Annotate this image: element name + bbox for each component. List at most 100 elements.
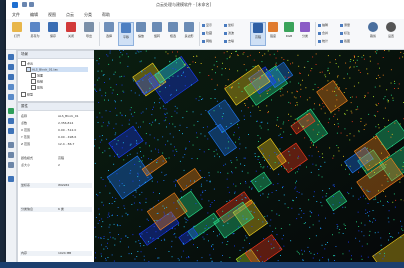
point <box>337 123 339 125</box>
point <box>266 220 268 222</box>
point <box>211 202 213 203</box>
point <box>108 123 110 125</box>
point <box>154 120 156 122</box>
tree-item-pointcloud[interactable]: 点云 <box>21 61 33 66</box>
ribbon-denoise[interactable]: 去噪 <box>224 39 234 44</box>
prop-row[interactable]: 点大小 2 <box>20 163 92 168</box>
menu-file[interactable]: 文件 <box>12 12 20 18</box>
point <box>157 139 159 141</box>
zoom-button[interactable]: 缩放 <box>134 22 148 44</box>
ribbon-measure[interactable]: 测量 <box>340 23 350 28</box>
ribbon-thin[interactable]: 抽稀 <box>318 23 328 28</box>
prop-row[interactable]: 颜色模式 高程 <box>20 156 92 161</box>
prop-category[interactable]: 坐标系 WGS84 <box>20 183 92 188</box>
tree-icon[interactable] <box>8 118 14 124</box>
intensity-color-button[interactable]: 强度 <box>266 22 280 44</box>
point <box>317 87 319 88</box>
view-top-icon[interactable] <box>8 54 14 60</box>
save-as-button[interactable]: 另存为 <box>28 22 42 44</box>
save-button[interactable]: 保存 <box>46 22 60 44</box>
menu-help[interactable]: 帮助 <box>102 12 110 18</box>
menu-edit[interactable]: 编辑 <box>30 12 38 18</box>
point <box>216 235 218 237</box>
point <box>129 153 131 155</box>
point <box>195 62 196 63</box>
point <box>119 185 121 187</box>
pointcloud-canvas[interactable] <box>94 50 404 262</box>
building-icon[interactable] <box>8 128 14 134</box>
quick-undo-icon[interactable] <box>29 2 34 7</box>
point <box>163 215 165 217</box>
point <box>121 215 123 217</box>
layer-icon[interactable] <box>8 108 14 114</box>
point <box>241 110 242 112</box>
menu-view[interactable]: 视图 <box>48 12 56 18</box>
prop-row[interactable]: 点数 2,356,814 <box>20 121 92 126</box>
point <box>98 63 100 65</box>
section-icon[interactable] <box>8 162 14 168</box>
pan-button[interactable]: 平移 <box>118 22 134 46</box>
point <box>243 115 245 117</box>
point <box>289 154 291 156</box>
point <box>257 120 258 122</box>
ribbon-snapshot[interactable]: 截图 <box>340 39 350 44</box>
ribbon-grid[interactable]: 网格 <box>202 39 212 44</box>
prop-category[interactable]: 内存 1024 MB <box>20 251 92 256</box>
point <box>355 237 357 239</box>
view-front-icon[interactable] <box>8 64 14 70</box>
menu-classify[interactable]: 分类 <box>84 12 92 18</box>
ribbon-hide[interactable]: 隐藏 <box>202 31 212 36</box>
tree-item-building[interactable]: 建筑 <box>31 85 43 90</box>
point <box>294 188 296 190</box>
point <box>97 79 99 81</box>
point <box>322 257 324 258</box>
point <box>190 180 191 182</box>
ribbon-coords[interactable]: 坐标 <box>224 23 234 28</box>
tree-item-ground[interactable]: 地面 <box>31 73 43 78</box>
point <box>320 108 322 110</box>
box-select-button[interactable]: 框选 <box>166 22 180 44</box>
point <box>280 255 281 256</box>
view-side-icon[interactable] <box>8 74 14 80</box>
prop-category[interactable]: 分类信息 6 类 <box>20 207 92 212</box>
point <box>320 165 321 167</box>
tree-item-vegetation[interactable]: 植被 <box>31 79 43 84</box>
point <box>318 214 319 216</box>
point <box>363 54 365 56</box>
class-color-button[interactable]: 分类 <box>298 22 312 44</box>
elevation-color-button[interactable]: 高程 <box>250 22 266 46</box>
point <box>360 222 362 224</box>
measure-icon[interactable] <box>8 142 14 148</box>
prop-row[interactable]: Y 范围 0.00 - 498.6 <box>20 135 92 140</box>
point <box>277 78 279 80</box>
settings-button[interactable]: 设置 <box>384 22 398 44</box>
menu-pointcloud[interactable]: 点云 <box>66 12 74 18</box>
quick-save-icon[interactable] <box>22 2 27 7</box>
prop-row[interactable]: X 范围 0.00 - 512.0 <box>20 128 92 133</box>
profile-icon[interactable] <box>8 152 14 158</box>
open-button[interactable]: 打开 <box>10 22 24 44</box>
point <box>283 167 285 169</box>
prop-row[interactable]: 名称 ALS_Block_01 <box>20 114 92 119</box>
tree-item-file[interactable]: ALS_Block_01.las <box>26 67 88 72</box>
export-button[interactable]: 导出 <box>82 22 96 44</box>
tree-item-model[interactable]: 模型 <box>21 92 33 97</box>
ribbon-stats[interactable]: 统计 <box>318 39 328 44</box>
polygon-select-button[interactable]: 多边形 <box>182 22 196 44</box>
ribbon-filter[interactable]: 滤波 <box>224 31 234 36</box>
light-icon[interactable] <box>8 176 14 182</box>
ribbon-show[interactable]: 显示 <box>202 23 212 28</box>
crop-button[interactable]: 裁剪 <box>366 22 380 44</box>
point <box>247 107 249 109</box>
pointcloud-viewport[interactable] <box>94 50 404 262</box>
rgb-color-button[interactable]: RGB <box>282 22 296 44</box>
fit-view-icon[interactable] <box>8 94 14 100</box>
rotate-button[interactable]: 旋转 <box>150 22 164 44</box>
view-iso-icon[interactable] <box>8 84 14 90</box>
close-button[interactable]: 关闭 <box>64 22 78 44</box>
prop-row[interactable]: Z 范围 12.4 - 86.7 <box>20 142 92 147</box>
select-button[interactable]: 选择 <box>102 22 116 44</box>
ribbon-annotate[interactable]: 标注 <box>340 31 350 36</box>
point <box>202 236 204 238</box>
ribbon-merge[interactable]: 合并 <box>318 31 328 36</box>
